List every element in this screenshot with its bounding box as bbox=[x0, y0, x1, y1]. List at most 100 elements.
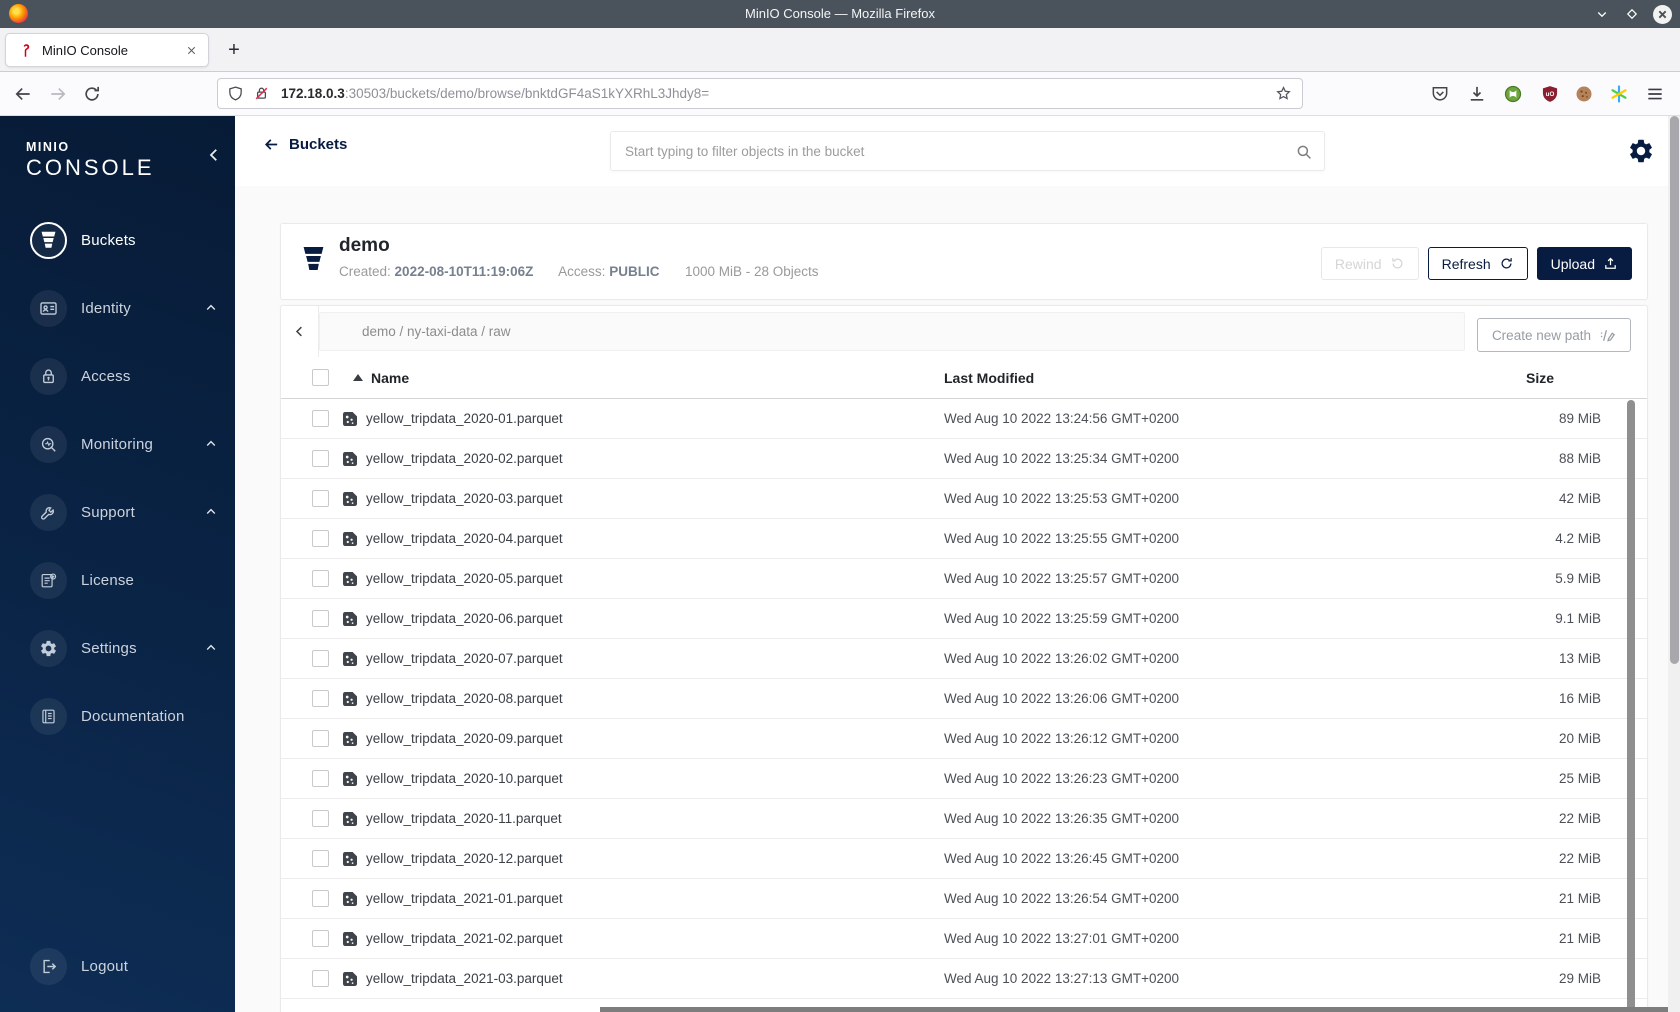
object-name[interactable]: yellow_tripdata_2020-08.parquet bbox=[366, 679, 563, 718]
sidebar-collapse-icon[interactable] bbox=[205, 146, 223, 164]
sidebar-item-identity[interactable]: Identity bbox=[0, 274, 235, 342]
table-row[interactable]: yellow_tripdata_2020-08.parquet Wed Aug 1… bbox=[281, 679, 1647, 719]
window-close-button[interactable] bbox=[1653, 4, 1672, 24]
cookie-icon[interactable] bbox=[1574, 84, 1594, 104]
row-checkbox[interactable] bbox=[312, 449, 329, 467]
object-name[interactable]: yellow_tripdata_2020-11.parquet bbox=[366, 799, 562, 838]
row-checkbox[interactable] bbox=[312, 409, 329, 427]
object-name[interactable]: yellow_tripdata_2020-04.parquet bbox=[366, 519, 563, 558]
sort-asc-icon[interactable] bbox=[353, 373, 363, 381]
table-row[interactable]: yellow_tripdata_2020-09.parquet Wed Aug 1… bbox=[281, 719, 1647, 759]
url-text[interactable]: 172.18.0.3:30503/buckets/demo/browse/bnk… bbox=[281, 86, 1275, 101]
insecure-lock-icon[interactable] bbox=[253, 85, 270, 102]
object-modified: Wed Aug 10 2022 13:25:53 GMT+0200 bbox=[944, 491, 1180, 506]
window-minimize-button[interactable] bbox=[1593, 5, 1611, 23]
table-row[interactable]: yellow_tripdata_2020-11.parquet Wed Aug 1… bbox=[281, 799, 1647, 839]
row-checkbox[interactable] bbox=[312, 609, 329, 627]
row-checkbox[interactable] bbox=[312, 809, 329, 827]
table-row[interactable]: yellow_tripdata_2020-10.parquet Wed Aug 1… bbox=[281, 759, 1647, 799]
table-row[interactable]: yellow_tripdata_2020-05.parquet Wed Aug 1… bbox=[281, 559, 1647, 599]
object-name[interactable]: yellow_tripdata_2020-01.parquet bbox=[366, 399, 563, 438]
sidebar-item-support[interactable]: Support bbox=[0, 478, 235, 546]
table-row[interactable]: yellow_tripdata_2020-07.parquet Wed Aug 1… bbox=[281, 639, 1647, 679]
object-name[interactable]: yellow_tripdata_2021-01.parquet bbox=[366, 879, 563, 918]
row-checkbox[interactable] bbox=[312, 889, 329, 907]
sidebar-item-license[interactable]: License bbox=[0, 546, 235, 614]
table-scrollbar[interactable] bbox=[1627, 400, 1635, 1012]
hamburger-menu-icon[interactable] bbox=[1645, 84, 1665, 104]
ublock-origin-icon[interactable]: uO bbox=[1540, 84, 1560, 104]
table-row[interactable]: yellow_tripdata_2020-12.parquet Wed Aug 1… bbox=[281, 839, 1647, 879]
object-name[interactable]: yellow_tripdata_2020-05.parquet bbox=[366, 559, 563, 598]
object-name[interactable]: yellow_tripdata_2020-09.parquet bbox=[366, 719, 563, 758]
row-checkbox[interactable] bbox=[312, 489, 329, 507]
object-name[interactable]: yellow_tripdata_2020-10.parquet bbox=[366, 759, 563, 798]
tab-close-icon[interactable] bbox=[182, 41, 200, 59]
column-header-name[interactable]: Name bbox=[371, 357, 409, 399]
object-name[interactable]: yellow_tripdata_2021-02.parquet bbox=[366, 919, 563, 958]
object-name[interactable]: yellow_tripdata_2020-12.parquet bbox=[366, 839, 563, 878]
object-size: 29 MiB bbox=[1558, 971, 1601, 986]
window-maximize-button[interactable] bbox=[1623, 5, 1641, 23]
row-checkbox[interactable] bbox=[312, 729, 329, 747]
select-all-checkbox[interactable] bbox=[312, 368, 329, 386]
breadcrumb[interactable]: demo / ny-taxi-data / raw bbox=[319, 312, 1465, 351]
table-row[interactable]: yellow_tripdata_2020-03.parquet Wed Aug 1… bbox=[281, 479, 1647, 519]
page-scrollbar-thumb[interactable] bbox=[1669, 116, 1679, 664]
row-checkbox[interactable] bbox=[312, 849, 329, 867]
refresh-button[interactable]: Refresh bbox=[1427, 247, 1528, 280]
object-name[interactable]: yellow_tripdata_2020-02.parquet bbox=[366, 439, 563, 478]
horizontal-scrollbar-thumb[interactable] bbox=[600, 1007, 1668, 1012]
row-checkbox[interactable] bbox=[312, 929, 329, 947]
sidebar-item-access[interactable]: Access bbox=[0, 342, 235, 410]
downloads-icon[interactable] bbox=[1467, 84, 1487, 104]
row-checkbox[interactable] bbox=[312, 689, 329, 707]
sidebar-item-logout[interactable]: Logout bbox=[0, 942, 235, 990]
path-back-button[interactable] bbox=[281, 306, 319, 357]
object-name[interactable]: yellow_tripdata_2021-03.parquet bbox=[366, 959, 563, 998]
table-row[interactable]: yellow_tripdata_2021-01.parquet Wed Aug 1… bbox=[281, 879, 1647, 919]
upload-button[interactable]: Upload bbox=[1536, 247, 1632, 280]
sidebar-item-documentation[interactable]: Documentation bbox=[0, 682, 235, 750]
object-modified: Wed Aug 10 2022 13:27:01 GMT+0200 bbox=[944, 931, 1180, 946]
reload-icon[interactable] bbox=[82, 84, 102, 104]
sidebar-item-monitoring[interactable]: Monitoring bbox=[0, 410, 235, 478]
tracking-shield-icon[interactable] bbox=[227, 85, 244, 102]
back-to-buckets-link[interactable]: Buckets bbox=[263, 136, 347, 153]
url-bar[interactable]: 172.18.0.3:30503/buckets/demo/browse/bnk… bbox=[217, 78, 1303, 109]
row-checkbox[interactable] bbox=[312, 769, 329, 787]
table-row[interactable]: yellow_tripdata_2020-06.parquet Wed Aug 1… bbox=[281, 599, 1647, 639]
bookmark-star-icon[interactable] bbox=[1275, 85, 1292, 102]
pocket-icon[interactable] bbox=[1430, 84, 1450, 104]
back-icon[interactable] bbox=[13, 84, 33, 104]
search-input[interactable] bbox=[611, 132, 1324, 170]
table-row[interactable]: yellow_tripdata_2021-02.parquet Wed Aug 1… bbox=[281, 919, 1647, 959]
containers-asterisk-icon[interactable] bbox=[1609, 84, 1629, 104]
table-row[interactable]: yellow_tripdata_2021-03.parquet Wed Aug 1… bbox=[281, 959, 1647, 999]
page-scrollbar-track[interactable] bbox=[1668, 116, 1680, 1012]
object-name[interactable]: yellow_tripdata_2020-07.parquet bbox=[366, 639, 563, 678]
object-modified: Wed Aug 10 2022 13:26:12 GMT+0200 bbox=[944, 731, 1180, 746]
object-name[interactable]: yellow_tripdata_2020-03.parquet bbox=[366, 479, 563, 518]
forward-icon[interactable] bbox=[48, 84, 68, 104]
object-modified: Wed Aug 10 2022 13:24:56 GMT+0200 bbox=[944, 411, 1180, 426]
row-checkbox[interactable] bbox=[312, 649, 329, 667]
sidebar-item-settings[interactable]: Settings bbox=[0, 614, 235, 682]
privacy-badger-icon[interactable] bbox=[1503, 84, 1523, 104]
column-header-size[interactable]: Size bbox=[1526, 357, 1554, 399]
row-checkbox[interactable] bbox=[312, 569, 329, 587]
column-header-last-modified[interactable]: Last Modified bbox=[944, 357, 1034, 399]
object-name[interactable]: yellow_tripdata_2020-06.parquet bbox=[366, 599, 563, 638]
tab-minio-console[interactable]: MinIO Console bbox=[5, 33, 209, 67]
create-new-path-button[interactable]: Create new path bbox=[1476, 318, 1631, 352]
sidebar-item-buckets[interactable]: Buckets bbox=[0, 206, 235, 274]
row-checkbox[interactable] bbox=[312, 529, 329, 547]
row-checkbox[interactable] bbox=[312, 969, 329, 987]
table-row[interactable]: yellow_tripdata_2020-01.parquet Wed Aug 1… bbox=[281, 399, 1647, 439]
file-icon bbox=[342, 851, 358, 867]
rewind-button[interactable]: Rewind bbox=[1320, 247, 1419, 280]
new-tab-button[interactable]: + bbox=[220, 36, 248, 64]
gear-settings-icon[interactable] bbox=[1627, 137, 1655, 165]
table-row[interactable]: yellow_tripdata_2020-02.parquet Wed Aug 1… bbox=[281, 439, 1647, 479]
table-row[interactable]: yellow_tripdata_2020-04.parquet Wed Aug 1… bbox=[281, 519, 1647, 559]
